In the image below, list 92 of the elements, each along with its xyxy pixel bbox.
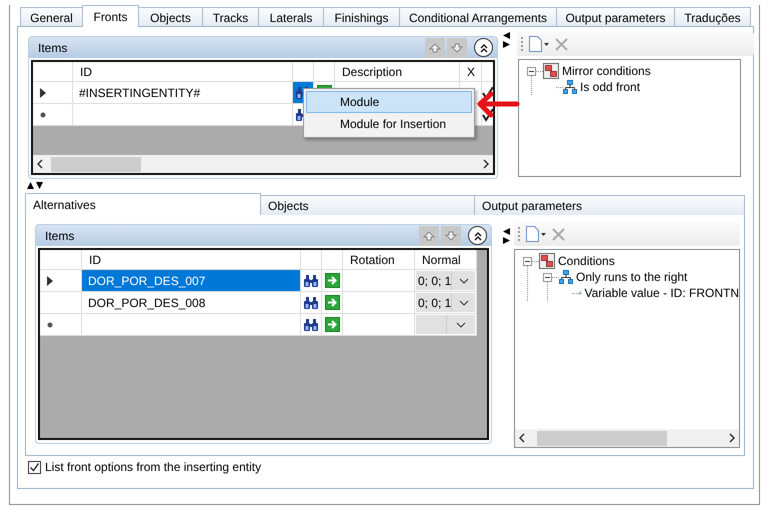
tab[interactable]: Output parameters (474, 195, 745, 215)
menu-item[interactable]: Module for Insertion (306, 113, 472, 135)
double-chevron-up-icon (478, 42, 488, 52)
new-button[interactable] (526, 226, 546, 242)
chevron-left-icon[interactable] (37, 159, 43, 169)
tree-item[interactable]: Variable value - ID: FRONTN (584, 286, 739, 300)
tree-item[interactable]: Mirror conditions (562, 64, 651, 78)
horizontal-scrollbar[interactable] (33, 155, 493, 173)
x-icon (555, 38, 568, 50)
arrow-down-icon (445, 230, 457, 240)
tab[interactable]: General (20, 7, 83, 27)
splitter-arrows-icon[interactable] (503, 228, 511, 244)
hierarchy-icon (563, 80, 577, 94)
scrollbar-thumb[interactable] (537, 430, 667, 446)
checkbox-label[interactable]: List front options from the inserting entity (45, 460, 262, 474)
document-icon (529, 36, 542, 52)
tab[interactable]: Alternatives (25, 193, 261, 215)
row-pointer-icon (47, 276, 53, 286)
tab[interactable]: Objects (260, 195, 475, 215)
chevron-right-icon[interactable] (483, 159, 489, 169)
chevron-down-icon (456, 322, 466, 328)
tree-item[interactable]: Only runs to the right (576, 270, 688, 284)
squares-icon (539, 253, 555, 269)
tree-item[interactable]: Is odd front (580, 80, 640, 94)
checkmark-icon (482, 108, 493, 122)
column-header[interactable]: X (460, 62, 482, 82)
tab[interactable]: Tracks (202, 7, 259, 27)
tab[interactable]: Conditional Arrangements (399, 7, 557, 27)
arrow-annotation (476, 90, 520, 120)
arrow-right-icon[interactable] (324, 317, 340, 332)
double-chevron-up-icon (472, 230, 482, 240)
splitter-arrows-icon[interactable] (27, 182, 43, 190)
move-up-button[interactable] (425, 38, 445, 58)
tab[interactable]: Laterals (258, 7, 324, 27)
splitter-arrows-icon[interactable] (503, 32, 511, 48)
menu-item[interactable]: Module (306, 91, 472, 113)
row-header[interactable] (33, 82, 73, 104)
column-header[interactable]: Normal (415, 250, 477, 270)
column-header[interactable]: Description (335, 62, 460, 82)
collapse-button[interactable] (468, 226, 487, 245)
column-header[interactable]: ID (73, 62, 293, 82)
squares-icon (543, 63, 559, 79)
new-row-icon (47, 322, 53, 328)
tab[interactable]: Output parameters (556, 7, 675, 27)
column-header[interactable]: ID (82, 250, 301, 270)
collapse-toggle[interactable] (543, 272, 552, 282)
panel-title: Items (45, 228, 76, 242)
arrow-up-icon (423, 230, 435, 240)
caret-icon (541, 232, 546, 236)
tab[interactable]: Traduções (674, 7, 751, 27)
chevron-right-icon[interactable] (729, 433, 735, 443)
chevron-down-icon (458, 278, 469, 284)
row-header[interactable] (40, 270, 82, 292)
arrow-down-icon (451, 42, 463, 52)
horizontal-scrollbar[interactable] (515, 429, 739, 447)
tree-item[interactable]: Conditions (558, 254, 615, 268)
checkmark-icon (482, 86, 493, 100)
collapse-toggle[interactable] (527, 66, 536, 76)
column-header[interactable]: Rotation (343, 250, 415, 270)
collapse-button[interactable] (474, 38, 493, 57)
table-cell: DOR_POR_DES_007 (82, 270, 301, 292)
binoculars-icon[interactable] (303, 318, 319, 332)
move-up-button[interactable] (419, 226, 439, 246)
dropdown-field[interactable]: 0; 0; 1 (416, 271, 475, 290)
scrollbar-thumb[interactable] (51, 156, 141, 172)
binoculars-icon[interactable] (303, 274, 319, 288)
column-header (40, 250, 82, 270)
arrow-up-icon (429, 42, 441, 52)
hierarchy-icon (559, 270, 573, 284)
panel-title: Items (38, 40, 68, 54)
dropdown-field[interactable]: 0; 0; 1 (416, 293, 475, 312)
table-cell: #INSERTINGENTITY# (73, 82, 293, 104)
chevron-down-icon (458, 300, 469, 306)
tab[interactable]: Objects (138, 7, 203, 27)
x-icon (552, 228, 565, 240)
arrow-right-icon[interactable] (324, 295, 340, 310)
move-down-button[interactable] (441, 226, 461, 246)
chevron-left-icon[interactable] (519, 433, 525, 443)
row-pointer-icon (40, 88, 46, 98)
move-down-button[interactable] (447, 38, 467, 58)
tab[interactable]: Fronts (82, 5, 139, 27)
document-icon (526, 226, 539, 242)
tab[interactable]: Finishings (323, 7, 400, 27)
new-button[interactable] (529, 36, 549, 52)
arrow-right-icon[interactable] (324, 273, 340, 288)
column-header (33, 62, 73, 82)
checkbox[interactable] (28, 460, 41, 474)
table-cell: DOR_POR_DES_008 (82, 292, 301, 314)
caret-icon (544, 42, 549, 46)
binoculars-icon[interactable] (303, 296, 319, 310)
collapse-toggle[interactable] (523, 256, 532, 266)
new-row-icon (40, 112, 46, 118)
